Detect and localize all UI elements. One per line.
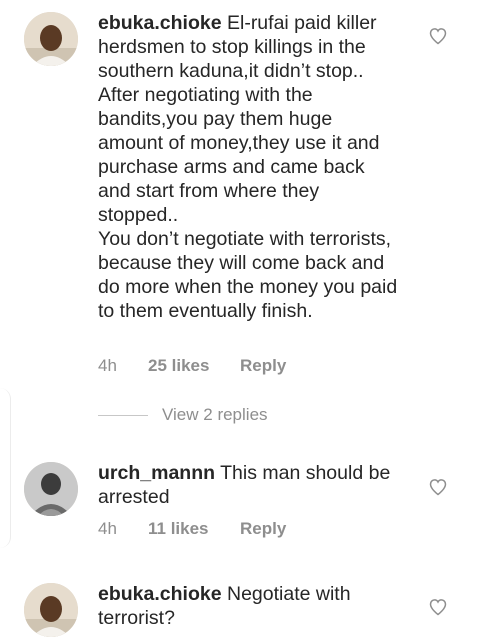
- panel-edge: [0, 388, 11, 548]
- comment-text: urch_mannn This man should be arrested: [98, 461, 398, 509]
- comment-username[interactable]: ebuka.chioke: [98, 12, 222, 34]
- reply-button[interactable]: Reply: [240, 519, 286, 539]
- comment-time: 4h: [98, 519, 117, 538]
- comment-body: El-rufai paid killer herdsmen to stop ki…: [98, 12, 398, 322]
- reply-button[interactable]: Reply: [240, 356, 286, 376]
- divider-line: [98, 414, 148, 416]
- like-heart-icon[interactable]: [428, 477, 448, 497]
- like-heart-icon[interactable]: [428, 597, 448, 617]
- like-heart-icon[interactable]: [428, 26, 448, 46]
- comment-meta: 4h 11 likes Reply: [98, 519, 286, 539]
- likes-count[interactable]: 11 likes: [148, 519, 240, 539]
- view-replies-button[interactable]: View 2 replies: [98, 405, 268, 425]
- avatar[interactable]: [24, 12, 78, 66]
- comment-time: 4h: [98, 356, 117, 375]
- comment-username[interactable]: ebuka.chioke: [98, 583, 222, 605]
- comment-text: ebuka.chioke El-rufai paid killer herdsm…: [98, 11, 398, 323]
- avatar[interactable]: [24, 583, 78, 637]
- avatar[interactable]: [24, 462, 78, 516]
- likes-count[interactable]: 25 likes: [148, 356, 240, 376]
- comments-screen: ebuka.chioke El-rufai paid killer herdsm…: [0, 0, 480, 644]
- comment-username[interactable]: urch_mannn: [98, 462, 215, 484]
- comment-text: ebuka.chioke Negotiate with terrorist?: [98, 582, 398, 630]
- view-replies-label: View 2 replies: [162, 405, 268, 424]
- comment-meta: 4h 25 likes Reply: [98, 356, 286, 376]
